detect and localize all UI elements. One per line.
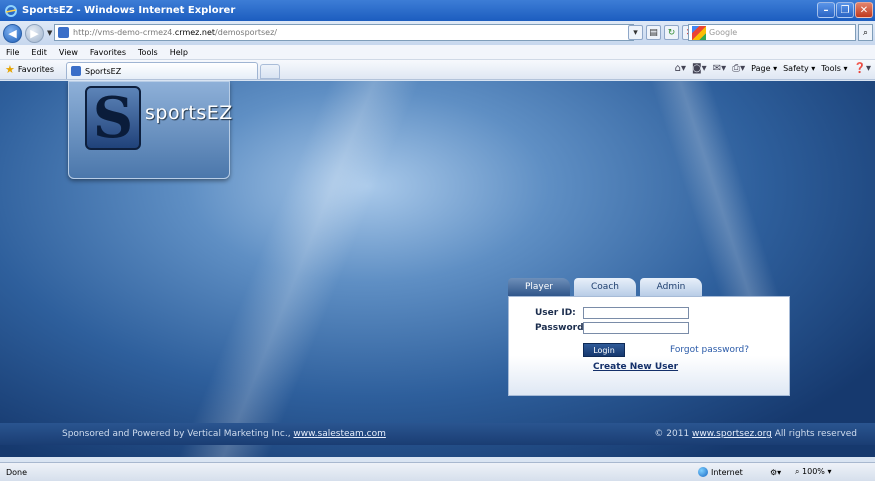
url-dropdown-icon[interactable]: ▾ <box>628 25 643 40</box>
status-bar: Done Internet ⚙▾ ⌕ 100% ▾ <box>0 462 875 481</box>
compatibility-icon[interactable]: ▤ <box>646 25 661 40</box>
ie-logo-icon <box>5 4 17 17</box>
new-tab-button[interactable] <box>260 64 280 79</box>
menu-view[interactable]: View <box>53 48 84 57</box>
status-text: Done <box>6 467 28 477</box>
zoom-value: 100% <box>802 467 825 476</box>
user-id-input[interactable] <box>583 307 689 319</box>
url-domain: crmez.net <box>174 28 216 37</box>
forgot-password-link[interactable]: Forgot password? <box>670 345 749 355</box>
tab-coach[interactable]: Coach <box>574 278 636 296</box>
tools-menu[interactable]: Tools ▾ <box>821 64 847 73</box>
tab-player[interactable]: Player <box>508 278 570 296</box>
protected-mode-icon[interactable]: ⚙▾ <box>770 468 781 477</box>
history-dropdown-icon[interactable]: ▼ <box>47 29 52 37</box>
tab-admin[interactable]: Admin <box>640 278 702 296</box>
command-bar: ⌂▾ ◙▾ ✉▾ ⎙▾ Page ▾ Safety ▾ Tools ▾ ❓▾ <box>675 63 871 74</box>
security-zone[interactable]: Internet <box>698 467 743 477</box>
safety-menu[interactable]: Safety ▾ <box>783 64 815 73</box>
browser-tab[interactable]: SportsEZ <box>66 62 258 79</box>
feeds-icon[interactable]: ◙▾ <box>692 63 707 74</box>
close-button[interactable]: ✕ <box>855 2 873 18</box>
footer-copyright: © 2011 www.sportsez.org All rights reser… <box>654 429 857 439</box>
tab-title: SportsEZ <box>85 66 122 76</box>
globe-icon <box>698 467 708 477</box>
home-icon[interactable]: ⌂▾ <box>675 63 686 74</box>
site-logo[interactable]: S sportsEZ <box>68 81 233 179</box>
page-footer: Sponsored and Powered by Vertical Market… <box>0 423 875 445</box>
login-button[interactable]: Login <box>583 343 625 357</box>
menu-favorites[interactable]: Favorites <box>84 48 132 57</box>
sportsez-link[interactable]: www.sportsez.org <box>692 429 772 439</box>
mail-icon[interactable]: ✉▾ <box>713 63 726 74</box>
menu-tools[interactable]: Tools <box>132 48 164 57</box>
search-icon[interactable]: ⌕ <box>858 24 873 41</box>
salesteam-link[interactable]: www.salesteam.com <box>293 429 385 439</box>
login-form: User ID: Password: Login Forgot password… <box>508 296 790 396</box>
zone-label: Internet <box>711 467 743 477</box>
menu-help[interactable]: Help <box>164 48 194 57</box>
print-icon[interactable]: ⎙▾ <box>732 63 745 74</box>
create-user-link[interactable]: Create New User <box>593 362 678 372</box>
logo-text: sportsEZ <box>145 102 233 124</box>
favorites-bar: ★ Favorites SportsEZ ⌂▾ ◙▾ ✉▾ ⎙▾ Page ▾ … <box>0 60 875 80</box>
help-icon[interactable]: ❓▾ <box>854 63 871 74</box>
page-icon <box>58 27 69 38</box>
minimize-button[interactable]: – <box>817 2 835 18</box>
url-input[interactable]: http://vms-demo-crmez4. crmez.net/demospo… <box>54 24 634 41</box>
copyright-prefix: © 2011 <box>654 429 693 439</box>
page-menu[interactable]: Page ▾ <box>751 64 777 73</box>
search-placeholder: Google <box>709 28 738 37</box>
maximize-button[interactable]: ❐ <box>836 2 854 18</box>
menu-file[interactable]: File <box>0 48 25 57</box>
menu-bar: File Edit View Favorites Tools Help <box>0 45 875 60</box>
back-button[interactable]: ◀ <box>3 23 22 43</box>
password-label: Password: <box>535 323 588 333</box>
url-prefix: http://vms-demo-crmez4. <box>73 28 175 37</box>
search-input[interactable]: Google <box>688 24 856 41</box>
url-suffix: /demosportsez/ <box>215 28 277 37</box>
zoom-level[interactable]: ⌕ 100% ▾ <box>795 467 831 477</box>
favorites-button[interactable]: Favorites <box>18 65 54 74</box>
favorites-star-icon[interactable]: ★ <box>5 63 15 76</box>
forward-button[interactable]: ▶ <box>25 23 44 43</box>
menu-edit[interactable]: Edit <box>25 48 53 57</box>
refresh-icon[interactable]: ↻ <box>664 25 679 40</box>
user-id-label: User ID: <box>535 308 576 318</box>
password-input[interactable] <box>583 322 689 334</box>
logo-emblem-icon: S <box>85 86 141 150</box>
window-titlebar: SportsEZ - Windows Internet Explorer – ❐… <box>0 0 875 21</box>
google-icon <box>692 25 706 40</box>
address-bar: ◀ ▶ ▼ http://vms-demo-crmez4. crmez.net/d… <box>0 21 875 45</box>
copyright-suffix: All rights reserved <box>771 429 857 439</box>
footer-sponsor: Sponsored and Powered by Vertical Market… <box>62 429 386 439</box>
footer-sponsor-text: Sponsored and Powered by Vertical Market… <box>62 429 294 439</box>
window-title: SportsEZ - Windows Internet Explorer <box>22 5 236 16</box>
tab-page-icon <box>71 66 81 76</box>
login-tabs: Player Coach Admin <box>508 278 706 296</box>
page-content: S sportsEZ Player Coach Admin User ID: P… <box>0 81 875 457</box>
